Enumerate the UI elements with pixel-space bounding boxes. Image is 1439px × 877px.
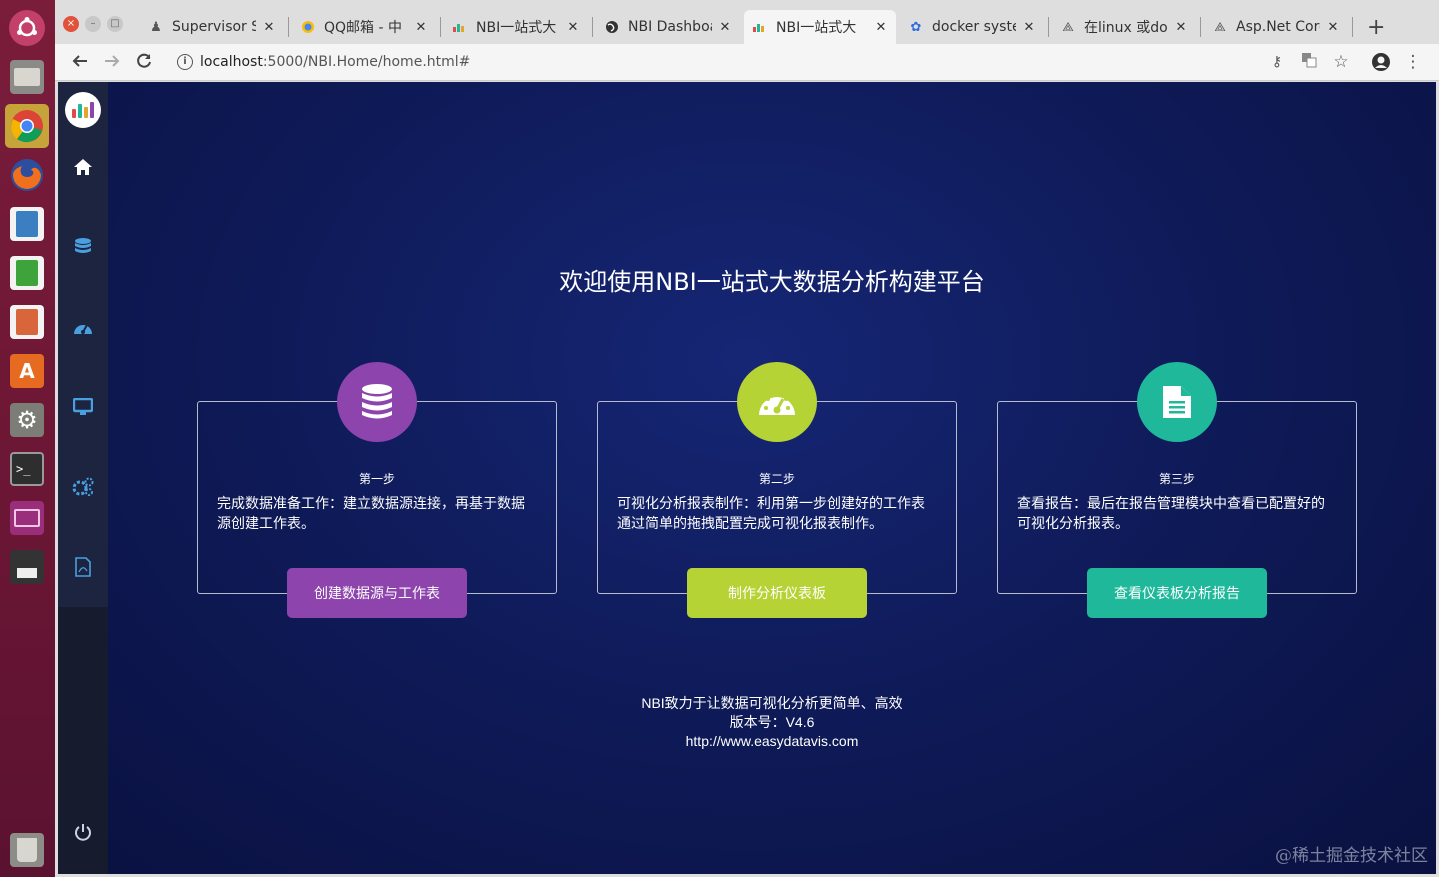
home-icon[interactable] bbox=[71, 155, 95, 179]
footer-slogan: NBI致力于让数据可视化分析更简单、高效 bbox=[641, 695, 903, 711]
database-icon[interactable] bbox=[71, 235, 95, 259]
info-icon[interactable]: i bbox=[177, 54, 193, 70]
close-tab-icon[interactable]: ✕ bbox=[414, 20, 428, 35]
minimize-window-icon[interactable]: – bbox=[85, 16, 101, 32]
close-tab-icon[interactable]: ✕ bbox=[262, 20, 276, 35]
tab-supervisor[interactable]: ♟ Supervisor S ✕ bbox=[140, 10, 284, 44]
nbi-icon bbox=[752, 19, 768, 35]
terminal-icon[interactable]: >_ bbox=[5, 447, 49, 491]
close-tab-icon[interactable]: ✕ bbox=[566, 20, 580, 35]
footer-url[interactable]: http://www.easydatavis.com bbox=[108, 732, 1436, 751]
juejin-icon: ⟁ bbox=[1062, 19, 1074, 35]
create-datasource-button[interactable]: 创建数据源与工作表 bbox=[287, 568, 467, 618]
pdf-file-icon[interactable] bbox=[71, 555, 95, 579]
bookmark-star-icon[interactable]: ☆ bbox=[1331, 52, 1351, 72]
reload-icon[interactable] bbox=[134, 52, 154, 72]
software-center-icon[interactable]: A bbox=[5, 349, 49, 393]
chrome-icon[interactable] bbox=[5, 104, 49, 148]
forward-icon[interactable] bbox=[102, 52, 122, 72]
step-description: 完成数据准备工作：建立数据源连接，再基于数据源创建工作表。 bbox=[217, 496, 525, 532]
ubuntu-launcher: A ⚙ >_ bbox=[0, 0, 55, 877]
welcome-title: 欢迎使用NBI一站式大数据分析构建平台 bbox=[559, 268, 985, 296]
qq-mail-icon bbox=[300, 19, 316, 35]
translate-icon[interactable] bbox=[1299, 52, 1319, 72]
address-bar[interactable]: i localhost:5000/NBI.Home/home.html# bbox=[167, 48, 1347, 77]
libreoffice-impress-icon[interactable] bbox=[5, 300, 49, 344]
close-tab-icon[interactable]: ✕ bbox=[1022, 20, 1036, 35]
libreoffice-writer-icon[interactable] bbox=[5, 202, 49, 246]
chrome-menu-icon[interactable]: ⋮ bbox=[1403, 52, 1423, 72]
nbi-logo[interactable] bbox=[65, 92, 101, 128]
maximize-window-icon[interactable]: □ bbox=[107, 16, 123, 32]
tab-nbi-dashboard[interactable]: NBI Dashboa ✕ bbox=[596, 10, 740, 44]
browser-window: × – □ ♟ Supervisor S ✕ QQ邮箱 - 中 ✕ NBI一站式… bbox=[55, 0, 1439, 877]
close-tab-icon[interactable]: ✕ bbox=[1326, 20, 1340, 35]
close-tab-icon[interactable]: ✕ bbox=[1174, 20, 1188, 35]
globe-icon bbox=[604, 19, 620, 35]
tab-aspnet[interactable]: ⟁ Asp.Net Core ✕ bbox=[1204, 10, 1348, 44]
step-description: 查看报告：最后在报告管理模块中查看已配置好的可视化分析报表。 bbox=[1017, 496, 1325, 532]
firefox-icon[interactable] bbox=[5, 153, 49, 197]
tab-nbi-active[interactable]: NBI一站式大 ✕ bbox=[744, 10, 896, 44]
step-label: 第二步 bbox=[758, 472, 795, 486]
dashboard-icon[interactable] bbox=[71, 315, 95, 339]
dashboard-icon bbox=[737, 362, 817, 442]
workspace-switcher-icon[interactable] bbox=[5, 496, 49, 540]
system-settings-icon[interactable]: ⚙ bbox=[5, 398, 49, 442]
back-icon[interactable] bbox=[70, 52, 90, 72]
profile-avatar-icon[interactable] bbox=[1371, 52, 1391, 72]
close-tab-icon[interactable]: ✕ bbox=[718, 20, 732, 35]
create-dashboard-button[interactable]: 制作分析仪表板 bbox=[687, 568, 867, 618]
tab-qq-mail[interactable]: QQ邮箱 - 中 ✕ bbox=[292, 10, 436, 44]
baidu-paw-icon: ✿ bbox=[910, 19, 922, 35]
tab-nbi-1[interactable]: NBI一站式大 ✕ bbox=[444, 10, 588, 44]
nbi-home-page: 欢迎使用NBI一站式大数据分析构建平台 第一步 完成数据准备工作：建立数据源连接… bbox=[58, 82, 1436, 874]
side-navigation bbox=[58, 82, 108, 874]
juejin-icon: ⟁ bbox=[1214, 19, 1226, 35]
step-label: 第三步 bbox=[1158, 472, 1195, 486]
trash-icon[interactable] bbox=[5, 828, 49, 872]
address-url[interactable]: localhost:5000/NBI.Home/home.html# bbox=[200, 54, 470, 70]
view-report-button[interactable]: 查看仪表板分析报告 bbox=[1087, 568, 1267, 618]
page-footer: NBI致力于让数据可视化分析更简单、高效 版本号：V4.6 http://www… bbox=[108, 694, 1436, 751]
file-manager-icon[interactable] bbox=[5, 55, 49, 99]
step-description: 可视化分析报表制作：利用第一步创建好的工作表通过简单的拖拽配置完成可视化报表制作… bbox=[617, 496, 925, 532]
step-label: 第一步 bbox=[358, 472, 395, 486]
close-tab-icon[interactable]: ✕ bbox=[874, 20, 888, 35]
disk-save-icon[interactable] bbox=[5, 545, 49, 589]
close-window-icon[interactable]: × bbox=[63, 16, 79, 32]
nbi-icon bbox=[452, 19, 468, 35]
footer-version: 版本号：V4.6 bbox=[729, 714, 815, 730]
tab-strip: × – □ ♟ Supervisor S ✕ QQ邮箱 - 中 ✕ NBI一站式… bbox=[55, 0, 1439, 44]
watermark: @稀土掘金技术社区 bbox=[1275, 846, 1428, 866]
supervisor-icon: ♟ bbox=[150, 19, 162, 35]
browser-toolbar: i localhost:5000/NBI.Home/home.html# ⚷ ☆… bbox=[55, 44, 1439, 81]
libreoffice-calc-icon[interactable] bbox=[5, 251, 49, 295]
tab-linux[interactable]: ⟁ 在linux 或do ✕ bbox=[1052, 10, 1196, 44]
settings-gears-icon[interactable] bbox=[71, 475, 95, 499]
power-icon[interactable] bbox=[71, 820, 95, 844]
tab-docker[interactable]: ✿ docker syste ✕ bbox=[900, 10, 1044, 44]
document-icon bbox=[1137, 362, 1217, 442]
key-icon[interactable]: ⚷ bbox=[1267, 52, 1287, 72]
monitor-icon[interactable] bbox=[71, 395, 95, 419]
ubuntu-dash-icon[interactable] bbox=[5, 6, 49, 50]
new-tab-button[interactable]: + bbox=[1359, 10, 1389, 44]
database-icon bbox=[337, 362, 417, 442]
